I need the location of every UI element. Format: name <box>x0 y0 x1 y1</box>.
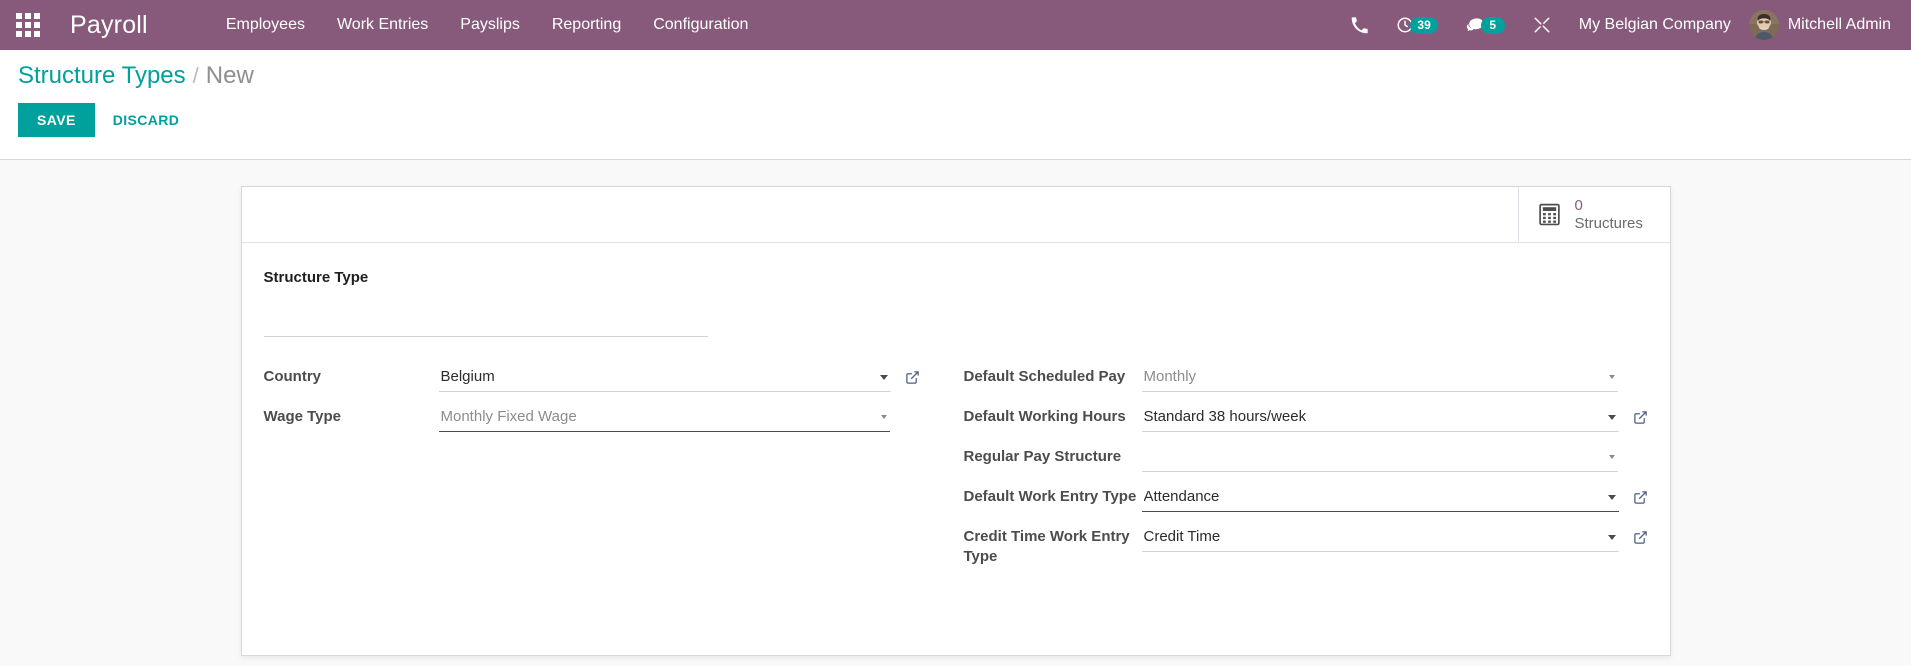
chevron-down-icon[interactable] <box>1609 375 1615 379</box>
chevron-down-icon[interactable] <box>1609 455 1615 459</box>
field-default-working-hours: Default Working Hours <box>964 403 1648 433</box>
developer-tools-button[interactable] <box>1519 0 1565 50</box>
wage-type-input-wrap <box>439 403 890 432</box>
navbar-right-tools: 39 5 My Belgian Company <box>1337 0 1901 50</box>
field-control-wage-type <box>439 403 920 432</box>
default-scheduled-pay-input-wrap <box>1142 363 1618 392</box>
field-label-default-work-entry-type: Default Work Entry Type <box>964 483 1142 507</box>
chevron-down-icon[interactable] <box>1608 495 1616 500</box>
stat-buttons-row: 0 Structures <box>242 187 1670 243</box>
external-link-icon-default-work-entry-type[interactable] <box>1633 490 1648 505</box>
field-default-scheduled-pay: Default Scheduled Pay <box>964 363 1648 393</box>
field-label-credit-time-work-entry-type: Credit Time Work Entry Type <box>964 523 1142 567</box>
top-navbar: Payroll Employees Work Entries Payslips … <box>0 0 1911 50</box>
field-label-country: Country <box>264 363 439 387</box>
field-regular-pay-structure: Regular Pay Structure <box>964 443 1648 473</box>
menu-item-reporting[interactable]: Reporting <box>536 2 637 48</box>
structure-type-input[interactable] <box>264 300 708 337</box>
external-link-icon-default-working-hours[interactable] <box>1633 410 1648 425</box>
credit-time-work-entry-type-input-wrap <box>1142 523 1619 552</box>
country-input-wrap <box>439 363 891 392</box>
messages-button[interactable]: 5 <box>1452 0 1519 50</box>
chevron-down-icon[interactable] <box>880 375 888 380</box>
control-panel: Structure Types / New SAVE DISCARD <box>0 50 1911 160</box>
discard-button[interactable]: DISCARD <box>95 103 198 137</box>
field-credit-time-work-entry-type: Credit Time Work Entry Type <box>964 523 1648 567</box>
messages-count-badge: 5 <box>1481 17 1505 34</box>
apps-grid-icon <box>16 13 40 37</box>
content-area: 0 Structures Structure Type Country <box>0 160 1911 666</box>
field-control-country <box>439 363 920 392</box>
field-label-wage-type: Wage Type <box>264 403 439 427</box>
default-work-entry-type-input[interactable] <box>1142 483 1600 511</box>
regular-pay-structure-input[interactable] <box>1142 443 1601 471</box>
company-switcher[interactable]: My Belgian Company <box>1565 16 1745 34</box>
default-scheduled-pay-input[interactable] <box>1142 363 1601 391</box>
default-working-hours-input[interactable] <box>1142 403 1600 431</box>
control-panel-buttons: SAVE DISCARD <box>0 103 1911 137</box>
breadcrumb-current-new: New <box>206 63 254 89</box>
user-menu[interactable]: Mitchell Admin <box>1745 10 1901 40</box>
wrench-tools-icon <box>1533 16 1551 34</box>
save-button[interactable]: SAVE <box>18 103 95 137</box>
menu-item-work-entries[interactable]: Work Entries <box>321 2 444 48</box>
default-working-hours-input-wrap <box>1142 403 1619 432</box>
form-columns: Country <box>264 363 1648 577</box>
credit-time-work-entry-type-input[interactable] <box>1142 523 1600 551</box>
stat-label-structures: Structures <box>1575 215 1643 232</box>
user-name-label: Mitchell Admin <box>1788 16 1891 34</box>
field-label-default-working-hours: Default Working Hours <box>964 403 1142 427</box>
form-column-right: Default Scheduled Pay Default Working Ho… <box>956 363 1648 577</box>
field-label-regular-pay-structure: Regular Pay Structure <box>964 443 1142 467</box>
menu-item-payslips[interactable]: Payslips <box>444 2 536 48</box>
breadcrumb-separator: / <box>193 64 199 88</box>
field-country: Country <box>264 363 920 393</box>
form-body: Structure Type Country <box>242 243 1670 605</box>
breadcrumb-parent-structure-types[interactable]: Structure Types <box>18 63 186 89</box>
field-control-default-working-hours <box>1142 403 1648 432</box>
form-column-left: Country <box>264 363 956 577</box>
stat-button-text: 0 Structures <box>1575 197 1643 232</box>
phone-icon <box>1351 17 1368 34</box>
field-control-credit-time-work-entry-type <box>1142 523 1648 552</box>
apps-menu-button[interactable] <box>0 0 56 50</box>
field-control-default-scheduled-pay <box>1142 363 1648 392</box>
country-input[interactable] <box>439 363 872 391</box>
user-avatar <box>1749 10 1779 40</box>
title-block: Structure Type <box>264 269 1648 337</box>
calculator-icon <box>1537 202 1562 227</box>
wage-type-input[interactable] <box>439 403 873 431</box>
default-work-entry-type-input-wrap <box>1142 483 1619 512</box>
stat-value-structures: 0 <box>1575 197 1643 214</box>
app-brand-payroll[interactable]: Payroll <box>56 13 156 38</box>
external-link-icon-country[interactable] <box>905 370 920 385</box>
field-wage-type: Wage Type <box>264 403 920 433</box>
main-menu: Employees Work Entries Payslips Reportin… <box>210 2 765 48</box>
menu-item-employees[interactable]: Employees <box>210 2 321 48</box>
field-default-work-entry-type: Default Work Entry Type <box>964 483 1648 513</box>
field-label-default-scheduled-pay: Default Scheduled Pay <box>964 363 1142 387</box>
menu-item-configuration[interactable]: Configuration <box>637 2 764 48</box>
field-control-default-work-entry-type <box>1142 483 1648 512</box>
activities-count-badge: 39 <box>1410 17 1437 34</box>
phone-button[interactable] <box>1337 0 1382 50</box>
structure-type-label: Structure Type <box>264 269 1648 286</box>
stat-button-structures[interactable]: 0 Structures <box>1518 187 1670 242</box>
chevron-down-icon[interactable] <box>1608 415 1616 420</box>
external-link-icon-credit-time-work-entry-type[interactable] <box>1633 530 1648 545</box>
chevron-down-icon[interactable] <box>881 415 887 419</box>
field-control-regular-pay-structure <box>1142 443 1648 472</box>
form-sheet: 0 Structures Structure Type Country <box>241 186 1671 656</box>
breadcrumb: Structure Types / New <box>0 63 1911 89</box>
regular-pay-structure-input-wrap <box>1142 443 1618 472</box>
activities-button[interactable]: 39 <box>1382 0 1451 50</box>
chevron-down-icon[interactable] <box>1608 535 1616 540</box>
